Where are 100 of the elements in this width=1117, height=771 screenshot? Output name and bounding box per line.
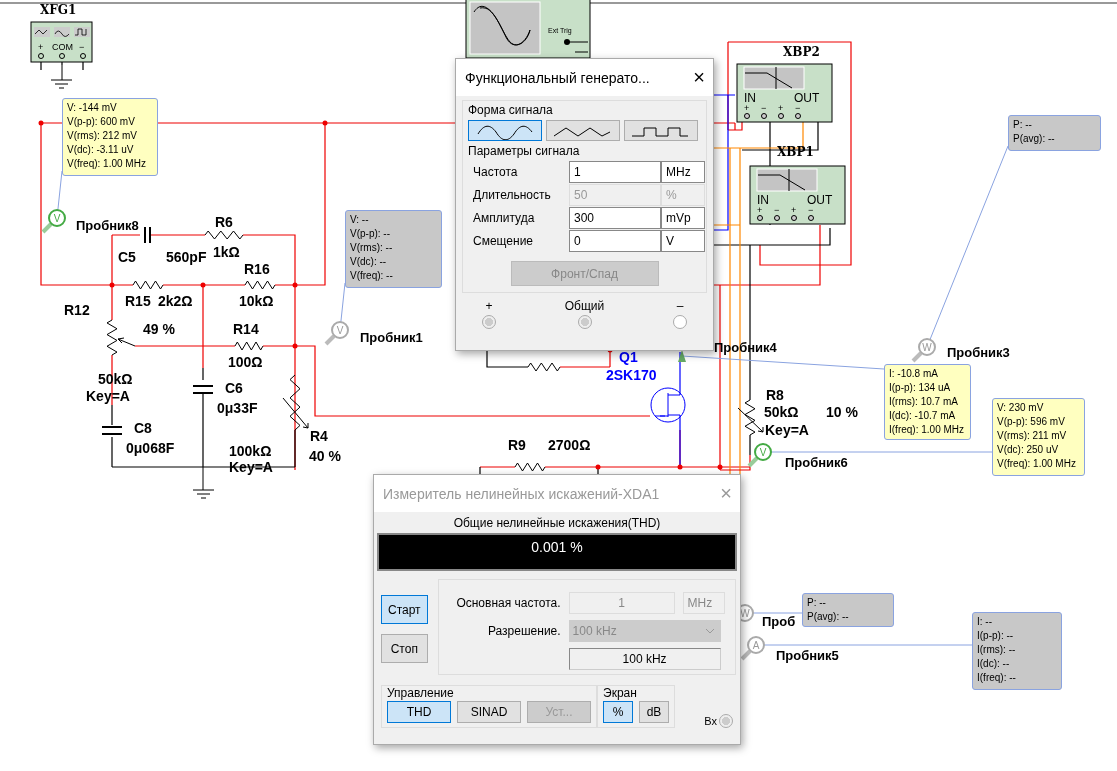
input-field[interactable]: 300	[569, 207, 661, 229]
chevron-icon	[704, 628, 715, 634]
component-label: R9	[508, 437, 526, 453]
readout-line: I(freq): 1.00 MHz	[889, 423, 966, 437]
readout-line: V(dc): 250 uV	[997, 443, 1060, 457]
component-label: 10kΩ	[239, 293, 274, 309]
component-label: R4	[310, 428, 328, 444]
terminal-label: −	[79, 42, 85, 52]
component-label: C5	[118, 249, 136, 265]
terminal-radio[interactable]	[673, 315, 687, 329]
terminal-label: −	[795, 103, 801, 113]
thd-display: 0.001 %	[377, 533, 737, 571]
component-label: Q1	[619, 349, 638, 365]
readout-line: V(freq): 1.00 MHz	[997, 457, 1077, 471]
terminal-label: COM	[52, 42, 73, 52]
unit-field[interactable]: V	[661, 230, 705, 252]
terminal-label: −	[774, 205, 780, 215]
instrument-label: XBP1	[777, 145, 814, 159]
field-label: Основная частота.	[455, 596, 561, 610]
probe-name: Пробник8	[76, 218, 139, 233]
component-label: R6	[215, 214, 233, 230]
unit-field[interactable]: mVp	[661, 207, 705, 229]
component-label: R15	[125, 293, 151, 309]
terminal-label: +	[38, 42, 44, 52]
readout-line: I(dc): -10.7 mA	[889, 409, 957, 423]
component-label: 100Ω	[228, 354, 263, 370]
input-field[interactable]: 1	[569, 161, 661, 183]
component-label: 0μ33F	[217, 400, 258, 416]
component-label: C8	[134, 420, 152, 436]
readout-line: P: --	[1013, 118, 1033, 132]
input-radio[interactable]	[719, 714, 733, 728]
readout-line: V(rms): --	[350, 241, 394, 255]
terminal-label: +	[791, 205, 797, 215]
mode-button[interactable]: THD	[387, 701, 451, 723]
component-label: 2k2Ω	[158, 293, 193, 309]
component-label: C6	[225, 380, 243, 396]
readout-line: I(p-p): --	[977, 629, 1015, 643]
component-label: 100kΩ	[229, 443, 272, 459]
output-label: OUT	[807, 193, 833, 207]
resolution-readout: 100 kHz	[568, 648, 721, 670]
display-caption: Общие нелинейные искажения(THD)	[452, 516, 662, 530]
input-label: IN	[757, 193, 769, 207]
readout-line: I(rms): 10.7 mA	[889, 395, 959, 409]
component-label: 49 %	[143, 321, 175, 337]
group-label: Параметры сигнала	[468, 144, 581, 158]
terminal-radio[interactable]	[482, 315, 496, 329]
run-button[interactable]: Старт	[381, 595, 428, 624]
mode-button[interactable]: SINAD	[457, 701, 521, 723]
close-button[interactable]: ×	[693, 66, 705, 89]
component-label: 10 %	[826, 404, 858, 420]
component-label: 560pF	[166, 249, 207, 265]
probe-name: Проб	[762, 614, 796, 629]
instrument-label: XBP2	[783, 45, 820, 59]
readout-line: P(avg): --	[807, 610, 850, 624]
readout-line: I(dc): --	[977, 657, 1011, 671]
readout-line: I: --	[977, 615, 993, 629]
component-label: Key=A	[765, 422, 809, 438]
group-label: Экран	[603, 686, 638, 700]
input-label: IN	[744, 91, 756, 105]
instrument-label: XFG1	[40, 3, 77, 17]
terminal-label: +	[757, 205, 763, 215]
readout-line: V(p-p): 600 mV	[67, 115, 136, 129]
readout-line: V(freq): 1.00 MHz	[67, 157, 147, 171]
component-label: R16	[244, 261, 270, 277]
component-label: 2SK170	[606, 367, 657, 383]
terminal-label: –	[676, 299, 684, 313]
run-button[interactable]: Стоп	[381, 634, 428, 663]
parameter-label: Амплитуда	[473, 211, 536, 225]
component-label: 0μ068F	[126, 440, 175, 456]
unit-button[interactable]: dB	[639, 701, 669, 723]
unit-field[interactable]: MHz	[661, 161, 705, 183]
terminal-label: +	[744, 103, 750, 113]
field-label: Разрешение.	[486, 624, 561, 638]
terminal-radio[interactable]	[577, 315, 592, 329]
probe-name: Пробник5	[776, 648, 839, 663]
window-title: Функциональный генерато...	[465, 69, 650, 86]
parameter-label: Частота	[473, 165, 519, 179]
unit-button[interactable]: %	[603, 701, 633, 723]
window-title: Измеритель нелинейных искажений-XDA1	[383, 485, 660, 502]
terminal-label: +	[778, 103, 784, 113]
readout-line: I(rms): --	[977, 643, 1017, 657]
readout-line: V: 230 mV	[997, 401, 1045, 415]
readout-line: V(p-p): 596 mV	[997, 415, 1066, 429]
output-label: OUT	[794, 91, 820, 105]
sine-wave-button[interactable]	[468, 120, 542, 141]
component-label: Key=A	[229, 459, 273, 475]
parameter-label: Смещение	[473, 234, 534, 248]
readout-line: V(freq): --	[350, 269, 394, 283]
component-label: R12	[64, 302, 90, 318]
input-field[interactable]: 0	[569, 230, 661, 252]
readout-line: I(p-p): 134 uA	[889, 381, 952, 395]
triangle-wave-button[interactable]	[546, 120, 620, 141]
component-label: 40 %	[309, 448, 341, 464]
component-label: R8	[766, 387, 784, 403]
group-label: Форма сигнала	[468, 103, 554, 117]
readout-line: V(rms): 212 mV	[67, 129, 138, 143]
terminal-label: −	[761, 103, 767, 113]
readout-line: V(dc): -3.11 uV	[67, 143, 135, 157]
square-wave-button[interactable]	[624, 120, 698, 141]
component-label: 50kΩ	[764, 404, 799, 420]
